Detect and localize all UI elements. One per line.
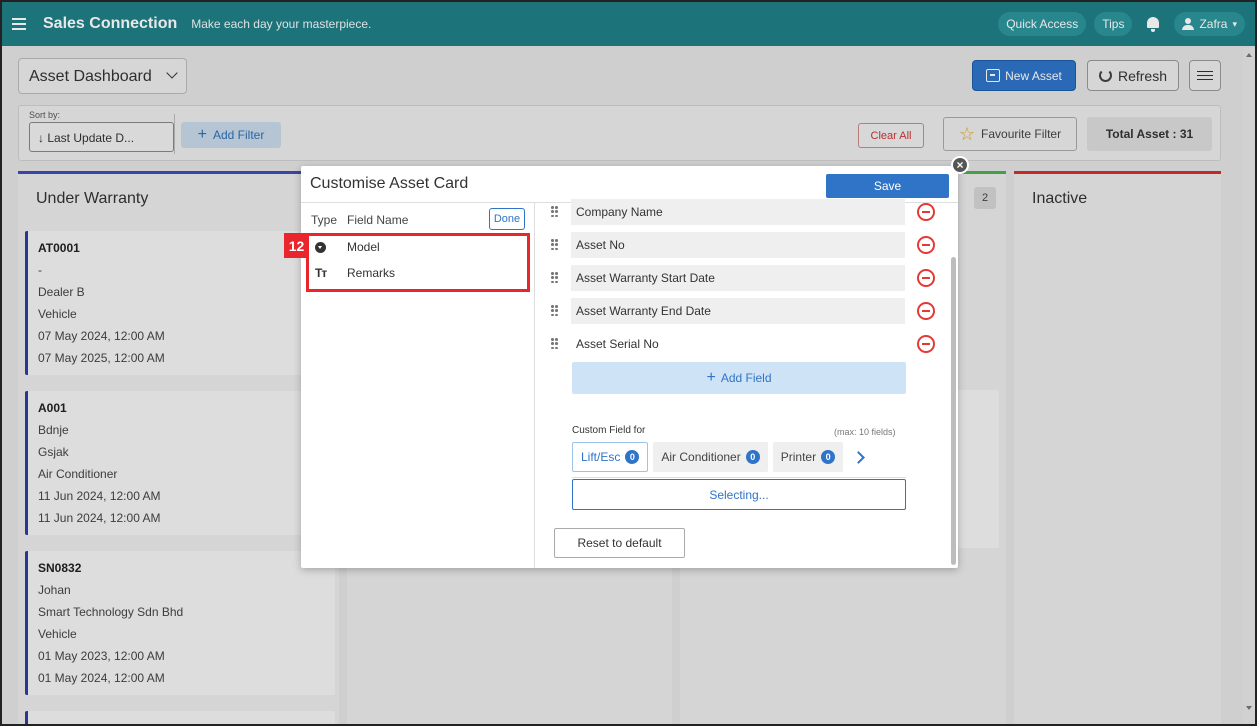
type-header: Type — [311, 213, 338, 227]
dialog-title: Customise Asset Card — [310, 175, 469, 192]
save-button[interactable]: Save — [826, 174, 949, 198]
chevron-right-icon[interactable] — [852, 450, 866, 464]
add-field-label: Add Field — [720, 371, 772, 385]
selecting-button[interactable]: Selecting... — [572, 479, 906, 510]
tab-printer[interactable]: Printer 0 — [772, 442, 844, 472]
field-label: Asset Warranty End Date — [571, 298, 905, 324]
drag-handle-icon[interactable] — [551, 206, 558, 218]
field-label: Asset Warranty Start Date — [571, 265, 905, 291]
field-label: Asset No — [571, 232, 905, 258]
step-number-badge: 12 — [284, 233, 309, 258]
field-label: Asset Serial No — [571, 331, 905, 357]
field-name-header: Field Name — [347, 213, 409, 227]
tab-label: Air Conditioner — [661, 450, 741, 464]
done-button[interactable]: Done — [489, 208, 525, 230]
divider — [572, 477, 906, 478]
drag-handle-icon[interactable] — [551, 305, 558, 317]
custom-field-label: Custom Field for — [572, 425, 646, 436]
remove-icon[interactable] — [917, 335, 935, 353]
plus-icon: + — [706, 369, 716, 386]
field-list-header: Type Field Name — [311, 213, 408, 227]
reset-to-default-button[interactable]: Reset to default — [554, 528, 685, 558]
tab-count-badge: 0 — [745, 450, 760, 464]
field-label: Company Name — [571, 199, 905, 225]
selected-fields-panel: Company Name Asset No Asset Warranty Sta… — [536, 199, 958, 568]
selected-field-row[interactable]: Asset No — [551, 232, 941, 258]
selected-field-row[interactable]: Company Name — [551, 199, 941, 225]
custom-field-tabs: Lift/Esc 0 Air Conditioner 0 Printer 0 — [572, 442, 866, 472]
scrollbar-thumb[interactable] — [951, 257, 956, 565]
tab-label: Printer — [780, 450, 817, 464]
available-fields-panel: Type Field Name Done Model Tт Remarks 12 — [284, 203, 535, 568]
drag-handle-icon[interactable] — [551, 338, 558, 350]
app-window: Sales Connection Make each day your mast… — [0, 0, 1257, 726]
remove-icon[interactable] — [917, 236, 935, 254]
tab-count-badge: 0 — [821, 450, 836, 464]
add-field-button[interactable]: + Add Field — [572, 362, 906, 394]
customise-asset-card-dialog: Customise Asset Card Save Type Field Nam… — [284, 166, 958, 568]
selected-field-row[interactable]: Asset Warranty Start Date — [551, 265, 941, 291]
dialog-scrollbar[interactable] — [950, 203, 958, 568]
tab-count-badge: 0 — [625, 450, 640, 464]
selected-field-row[interactable]: Asset Serial No — [551, 331, 941, 357]
tab-label: Lift/Esc — [581, 450, 621, 464]
tab-lift-esc[interactable]: Lift/Esc 0 — [572, 442, 649, 472]
highlight-box: 12 — [284, 233, 530, 292]
custom-field-max: (max: 10 fields) — [834, 427, 896, 437]
remove-icon[interactable] — [917, 203, 935, 221]
remove-icon[interactable] — [917, 269, 935, 287]
tab-air-conditioner[interactable]: Air Conditioner 0 — [653, 442, 768, 472]
drag-handle-icon[interactable] — [551, 239, 558, 251]
remove-icon[interactable] — [917, 302, 935, 320]
selected-field-row[interactable]: Asset Warranty End Date — [551, 298, 941, 324]
drag-handle-icon[interactable] — [551, 272, 558, 284]
close-icon[interactable]: × — [951, 156, 969, 174]
